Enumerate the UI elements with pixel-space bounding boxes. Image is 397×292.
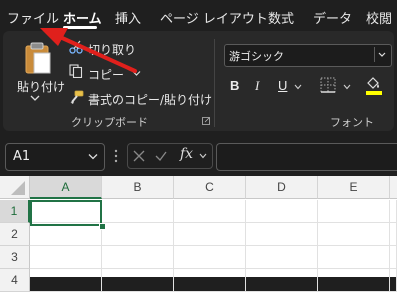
cancel-x-icon[interactable]	[132, 149, 146, 163]
select-all-button[interactable]	[0, 176, 30, 199]
active-cell-a1[interactable]	[30, 200, 102, 226]
fill-color-icon[interactable]	[364, 74, 384, 96]
row-header[interactable]: 1	[0, 200, 30, 223]
cell[interactable]	[246, 246, 318, 269]
cell[interactable]	[102, 223, 174, 246]
clipboard-group-label: クリップボード	[71, 116, 148, 129]
tab-review[interactable]: 校閲	[366, 8, 392, 27]
paste-button[interactable]: 貼り付け	[17, 78, 65, 95]
row-header[interactable]: 2	[0, 223, 30, 246]
formula-input[interactable]	[216, 143, 397, 171]
copy-icon	[69, 64, 83, 78]
copy-button[interactable]: コピー	[88, 66, 124, 83]
column-header[interactable]: A	[30, 176, 102, 199]
tab-page-layout[interactable]: ページ レイアウト	[160, 8, 268, 27]
cell[interactable]	[174, 269, 246, 292]
column-header[interactable]: D	[246, 176, 318, 199]
tab-home[interactable]: ホーム	[63, 8, 102, 27]
font-name-select[interactable]: 游ゴシック	[224, 44, 392, 67]
active-tab-indicator	[63, 26, 97, 29]
group-separator	[214, 39, 215, 127]
column-header[interactable]: B	[102, 176, 174, 199]
copy-dropdown-chevron-icon[interactable]	[132, 70, 141, 77]
cell[interactable]	[246, 269, 318, 292]
cell[interactable]	[390, 246, 397, 269]
insert-function-button[interactable]: fx	[180, 146, 193, 162]
scissors-icon	[69, 40, 83, 54]
borders-icon[interactable]	[319, 76, 337, 94]
italic-button[interactable]: I	[255, 78, 259, 94]
row-header[interactable]: 4	[0, 269, 30, 292]
cell[interactable]	[318, 223, 390, 246]
paste-icon[interactable]	[20, 41, 56, 77]
fill-handle[interactable]	[99, 223, 106, 230]
cell[interactable]	[390, 223, 397, 246]
cell[interactable]	[318, 200, 390, 223]
formula-bar-grip-icon[interactable]	[114, 148, 118, 164]
ribbon-tab-bar: ファイル ホーム 挿入 ページ レイアウト 数式 データ 校閲	[0, 0, 397, 30]
tab-file[interactable]: ファイル	[7, 8, 59, 27]
name-box-value: A1	[13, 149, 31, 164]
tab-data[interactable]: データ	[313, 8, 352, 27]
bold-button[interactable]: B	[230, 78, 239, 93]
enter-check-icon[interactable]	[154, 149, 168, 163]
row-header[interactable]: 3	[0, 246, 30, 269]
cell[interactable]	[30, 269, 102, 292]
tab-formulas[interactable]: 数式	[268, 8, 294, 27]
borders-dropdown-chevron-icon[interactable]	[343, 84, 351, 90]
cell[interactable]	[390, 200, 397, 223]
clipboard-dialog-launcher-icon[interactable]	[202, 117, 210, 125]
font-name-value: 游ゴシック	[229, 50, 284, 63]
format-painter-icon	[69, 90, 84, 105]
paste-dropdown-chevron-icon[interactable]	[30, 94, 40, 102]
cell[interactable]	[174, 246, 246, 269]
cell[interactable]	[102, 246, 174, 269]
cell[interactable]	[30, 223, 102, 246]
cell[interactable]	[246, 200, 318, 223]
cut-button[interactable]: 切り取り	[88, 41, 136, 58]
cell[interactable]	[390, 269, 397, 292]
cell[interactable]	[174, 223, 246, 246]
column-header[interactable]: E	[318, 176, 390, 199]
column-header[interactable]	[390, 176, 397, 199]
cell[interactable]	[318, 269, 390, 292]
cell[interactable]	[102, 200, 174, 223]
cell[interactable]	[174, 200, 246, 223]
name-box[interactable]: A1	[5, 143, 105, 171]
font-name-dropdown-icon[interactable]	[374, 47, 389, 62]
cell[interactable]	[246, 223, 318, 246]
underline-dropdown-chevron-icon[interactable]	[294, 84, 302, 90]
cell[interactable]	[30, 246, 102, 269]
format-painter-button[interactable]: 書式のコピー/貼り付け	[88, 91, 212, 108]
underline-button[interactable]: U	[278, 78, 287, 93]
cell[interactable]	[318, 246, 390, 269]
column-header[interactable]: C	[174, 176, 246, 199]
font-group-label: フォント	[330, 116, 374, 129]
cell[interactable]	[102, 269, 174, 292]
name-box-dropdown-icon[interactable]	[88, 153, 98, 160]
fx-dropdown-chevron-icon[interactable]	[199, 153, 207, 159]
tab-insert[interactable]: 挿入	[115, 8, 141, 27]
